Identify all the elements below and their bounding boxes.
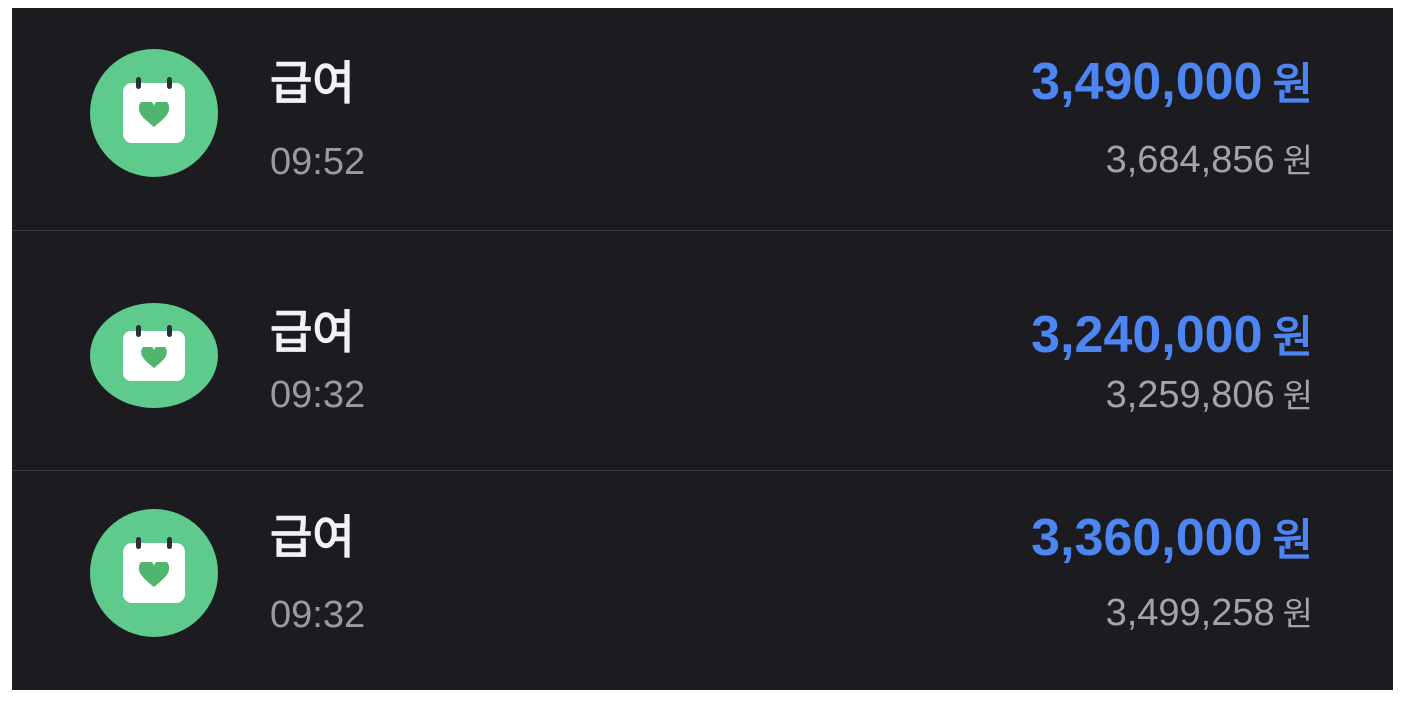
category-icon-circle bbox=[90, 509, 218, 637]
balance-value: 3,259,806 bbox=[1105, 374, 1275, 416]
balance-after: 3,684,856 원 bbox=[1106, 141, 1313, 179]
amount-unit: 원 bbox=[1272, 515, 1313, 566]
transaction-list: 급여 09:52 3,490,000 원 3,684,856 원 급여 09:32 … bbox=[12, 8, 1393, 690]
amount-unit: 원 bbox=[1272, 59, 1313, 110]
amount-unit: 원 bbox=[1272, 312, 1313, 363]
transaction-title: 급여 bbox=[270, 510, 355, 564]
calendar-heart-icon bbox=[123, 324, 185, 381]
balance-value: 3,499,258 bbox=[1105, 592, 1275, 634]
amount-value: 3,240,000 bbox=[1031, 306, 1263, 364]
transaction-amount: 3,360,000 원 bbox=[1031, 512, 1313, 564]
balance-after: 3,259,806 원 bbox=[1106, 376, 1313, 414]
balance-value: 3,684,856 bbox=[1105, 139, 1275, 181]
transaction-time: 09:52 bbox=[270, 141, 366, 183]
balance-unit: 원 bbox=[1282, 141, 1313, 180]
transaction-row[interactable]: 급여 09:52 3,490,000 원 3,684,856 원 bbox=[12, 8, 1393, 230]
transaction-time: 09:32 bbox=[270, 374, 366, 416]
category-icon-circle bbox=[90, 303, 218, 408]
calendar-heart-icon bbox=[123, 537, 185, 603]
transaction-title: 급여 bbox=[270, 305, 355, 359]
transaction-row[interactable]: 급여 09:32 3,360,000 원 3,499,258 원 bbox=[12, 471, 1393, 690]
balance-after: 3,499,258 원 bbox=[1106, 594, 1313, 632]
amount-value: 3,490,000 bbox=[1031, 53, 1263, 111]
balance-unit: 원 bbox=[1282, 594, 1313, 633]
balance-unit: 원 bbox=[1282, 376, 1313, 415]
transaction-row[interactable]: 급여 09:32 3,240,000 원 3,259,806 원 bbox=[12, 231, 1393, 470]
transaction-amount: 3,240,000 원 bbox=[1031, 309, 1313, 361]
transaction-title: 급여 bbox=[270, 56, 355, 110]
transaction-amount: 3,490,000 원 bbox=[1031, 56, 1313, 108]
calendar-heart-icon bbox=[123, 77, 185, 143]
category-icon-circle bbox=[90, 49, 218, 177]
transaction-time: 09:32 bbox=[270, 594, 366, 636]
amount-value: 3,360,000 bbox=[1031, 509, 1263, 567]
